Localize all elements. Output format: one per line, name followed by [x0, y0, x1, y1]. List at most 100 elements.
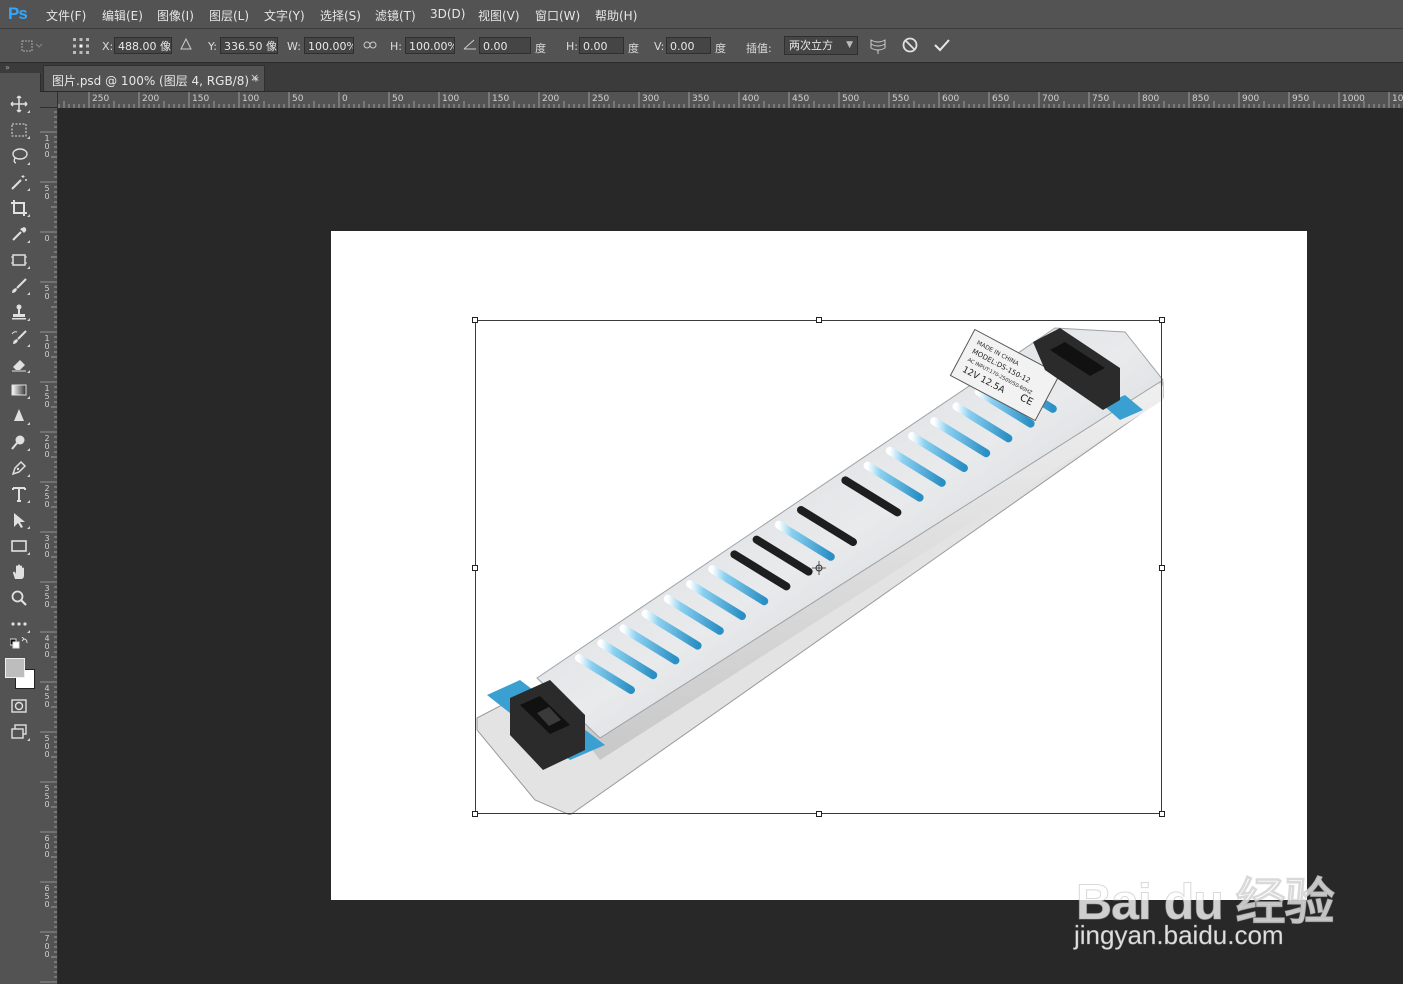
path-select-tool-icon[interactable]	[5, 509, 33, 531]
blur-tool-icon[interactable]	[5, 405, 33, 427]
interpolation-label: 插值:	[746, 42, 772, 55]
ruler-h-label: 100	[442, 94, 460, 104]
transform-handle-bottom-left[interactable]	[472, 811, 478, 817]
eyedropper-tool-icon[interactable]	[5, 223, 33, 245]
menu-3d[interactable]: 3D(D)	[430, 7, 465, 21]
menu-type[interactable]: 文字(Y)	[264, 7, 305, 24]
history-brush-tool-icon[interactable]	[5, 327, 33, 349]
rotate-angle-unit: 度	[535, 42, 546, 55]
more-tools-icon[interactable]	[5, 613, 33, 635]
interpolation-value: 两次立方	[789, 39, 833, 52]
foreground-color-swatch[interactable]	[5, 658, 25, 678]
document-tab-strip: 图片.psd @ 100% (图层 4, RGB/8) * ×	[40, 63, 1403, 92]
hand-tool-icon[interactable]	[5, 561, 33, 583]
toolbar-collapse-handle[interactable]: »	[0, 63, 40, 73]
h-label: H:	[390, 40, 402, 53]
transform-tool-preset-icon[interactable]	[20, 38, 43, 57]
ruler-v-label: 3 5 0	[44, 584, 50, 609]
menu-file[interactable]: 文件(F)	[46, 7, 86, 24]
transform-handle-top-right[interactable]	[1159, 317, 1165, 323]
menu-select[interactable]: 选择(S)	[320, 7, 361, 24]
menu-window[interactable]: 窗口(W)	[535, 7, 580, 24]
frame-tool-icon[interactable]	[5, 249, 33, 271]
y-field[interactable]: 336.50 像素	[220, 37, 278, 54]
stamp-tool-icon[interactable]	[5, 301, 33, 323]
commit-transform-icon[interactable]	[933, 36, 951, 57]
gradient-tool-icon[interactable]	[5, 379, 33, 401]
ruler-h-label: 50	[392, 94, 404, 104]
menu-edit[interactable]: 编辑(E)	[102, 7, 143, 24]
transform-handle-bottom-right[interactable]	[1159, 811, 1165, 817]
ruler-v-label: 1 0 0	[44, 334, 50, 359]
v-skew-field[interactable]: 0.00	[666, 37, 711, 54]
menu-view[interactable]: 视图(V)	[478, 7, 520, 24]
height-field[interactable]: 100.00%	[405, 37, 455, 54]
rectangle-tool-icon[interactable]	[5, 535, 33, 557]
ruler-v-label: 6 5 0	[44, 884, 50, 909]
w-label: W:	[287, 40, 301, 53]
ruler-h-label: 500	[842, 94, 860, 104]
reference-point-icon[interactable]	[72, 37, 90, 58]
menu-filter[interactable]: 滤镜(T)	[375, 7, 416, 24]
angle-icon	[463, 38, 477, 53]
ruler-v-label: 5 0	[44, 284, 50, 301]
ruler-h-label: 1000	[1342, 94, 1365, 104]
relative-position-icon[interactable]	[180, 37, 192, 53]
quick-mask-icon[interactable]	[5, 695, 33, 717]
lasso-tool-icon[interactable]	[5, 145, 33, 167]
width-field[interactable]: 100.00%	[304, 37, 354, 54]
menu-help[interactable]: 帮助(H)	[595, 7, 637, 24]
ruler-h-label: 550	[892, 94, 910, 104]
h-skew-field[interactable]: 0.00	[579, 37, 624, 54]
h-skew-label: H:	[566, 40, 578, 53]
dodge-tool-icon[interactable]	[5, 431, 33, 453]
cancel-transform-icon[interactable]	[901, 36, 919, 57]
v-skew-unit: 度	[715, 42, 726, 55]
ruler-v-label: 1 0 0	[44, 134, 50, 159]
menu-layer[interactable]: 图层(L)	[209, 7, 249, 24]
vertical-ruler[interactable]: 1 0 0 5 0 0 5 0 1 0 0 1 5 0 2 0 0 2 5 0 3 0 0 3 5…	[40, 108, 58, 984]
move-tool-icon[interactable]	[5, 93, 33, 115]
ruler-v-label: 5 0 0	[44, 734, 50, 759]
link-icon[interactable]	[363, 39, 377, 53]
screen-mode-icon[interactable]	[5, 721, 33, 743]
warp-icon[interactable]	[868, 36, 888, 59]
document-tab-title: 图片.psd @ 100% (图层 4, RGB/8) *	[52, 74, 259, 88]
x-field[interactable]: 488.00 像素	[114, 37, 172, 54]
ruler-h-label: 600	[942, 94, 960, 104]
document-tab[interactable]: 图片.psd @ 100% (图层 4, RGB/8) * ×	[43, 65, 265, 91]
ruler-v-label: 7 0 0	[44, 934, 50, 959]
pen-tool-icon[interactable]	[5, 457, 33, 479]
ruler-h-label: 200	[142, 94, 160, 104]
eraser-tool-icon[interactable]	[5, 353, 33, 375]
reference-point-crosshair-icon[interactable]	[812, 561, 826, 575]
ruler-v-label: 6 0 0	[44, 834, 50, 859]
horizontal-ruler[interactable]: 250 200 150 100 50 0 50 100 150 200 250 300 350 400 45…	[58, 92, 1403, 109]
ruler-v-label: 3 0 0	[44, 534, 50, 559]
chevron-down-icon: ▼	[846, 40, 853, 50]
ruler-h-label: 700	[1042, 94, 1060, 104]
transform-handle-bottom[interactable]	[816, 811, 822, 817]
transform-handle-top-left[interactable]	[472, 317, 478, 323]
ruler-origin[interactable]	[40, 92, 58, 108]
options-bar: X: 488.00 像素 Y: 336.50 像素 W: 100.00% H: …	[0, 29, 1403, 63]
interpolation-select[interactable]: 两次立方 ▼	[784, 36, 858, 55]
zoom-tool-icon[interactable]	[5, 587, 33, 609]
ruler-h-label: 200	[542, 94, 560, 104]
crop-tool-icon[interactable]	[5, 197, 33, 219]
transform-handle-top[interactable]	[816, 317, 822, 323]
close-icon[interactable]: ×	[250, 71, 259, 84]
magic-wand-tool-icon[interactable]	[5, 171, 33, 193]
ruler-h-label: 300	[642, 94, 660, 104]
ruler-v-label: 2 0 0	[44, 434, 50, 459]
type-tool-icon[interactable]	[5, 483, 33, 505]
rotate-angle-field[interactable]: 0.00	[479, 37, 531, 54]
transform-handle-left[interactable]	[472, 565, 478, 571]
y-label: Y:	[208, 40, 217, 53]
menu-image[interactable]: 图像(I)	[157, 7, 194, 24]
marquee-tool-icon[interactable]	[5, 119, 33, 141]
ruler-v-label: 4 5 0	[44, 684, 50, 709]
brush-tool-icon[interactable]	[5, 275, 33, 297]
default-colors-icon[interactable]	[5, 637, 33, 653]
transform-handle-right[interactable]	[1159, 565, 1165, 571]
